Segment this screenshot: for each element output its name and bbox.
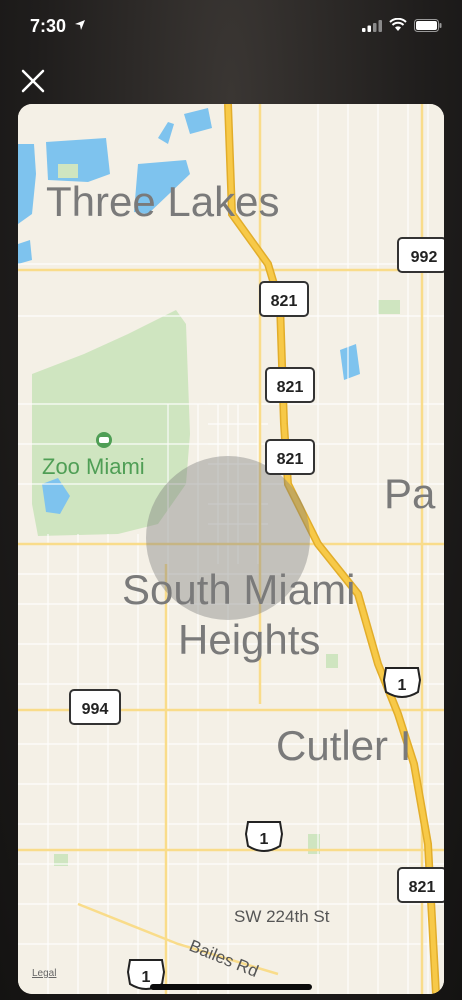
poi-label: Zoo Miami — [42, 454, 145, 479]
close-icon[interactable] — [16, 64, 50, 98]
place-label: Heights — [178, 616, 320, 663]
route-shield: 992 — [397, 237, 444, 273]
place-label: Three Lakes — [46, 178, 279, 225]
status-bar: 7:30 — [0, 0, 462, 50]
svg-text:1: 1 — [398, 677, 407, 694]
battery-icon — [414, 19, 442, 32]
route-shield: 821 — [259, 281, 309, 317]
home-indicator[interactable] — [150, 984, 312, 990]
route-shield: 821 — [265, 367, 315, 403]
wifi-icon — [389, 18, 407, 31]
route-shield: 994 — [69, 689, 121, 725]
zoo-elephant-icon — [96, 432, 112, 448]
svg-text:994: 994 — [82, 701, 109, 718]
us-route-shield: 1 — [382, 667, 422, 698]
route-shield: 821 — [397, 867, 444, 903]
street-label: SW 224th St — [234, 907, 330, 926]
svg-text:821: 821 — [409, 879, 436, 896]
map-canvas[interactable]: Three Lakes Zoo Miami South Miami Height… — [18, 104, 444, 994]
legal-link[interactable]: Legal — [32, 968, 56, 979]
place-label: Cutler I — [276, 722, 411, 769]
location-arrow-icon — [75, 20, 85, 30]
svg-text:1: 1 — [142, 969, 151, 986]
svg-text:1: 1 — [260, 831, 269, 848]
svg-text:821: 821 — [271, 293, 298, 310]
cellular-signal-icon — [362, 20, 382, 32]
svg-text:821: 821 — [277, 451, 304, 468]
place-label: Pa — [384, 470, 436, 517]
map-view[interactable]: Three Lakes Zoo Miami South Miami Height… — [18, 104, 444, 994]
us-route-shield: 1 — [244, 821, 284, 852]
place-label: South Miami — [122, 566, 355, 613]
route-shield: 821 — [265, 439, 315, 475]
svg-text:992: 992 — [411, 249, 438, 266]
clock-time: 7:30 — [30, 16, 67, 36]
svg-text:821: 821 — [277, 379, 304, 396]
